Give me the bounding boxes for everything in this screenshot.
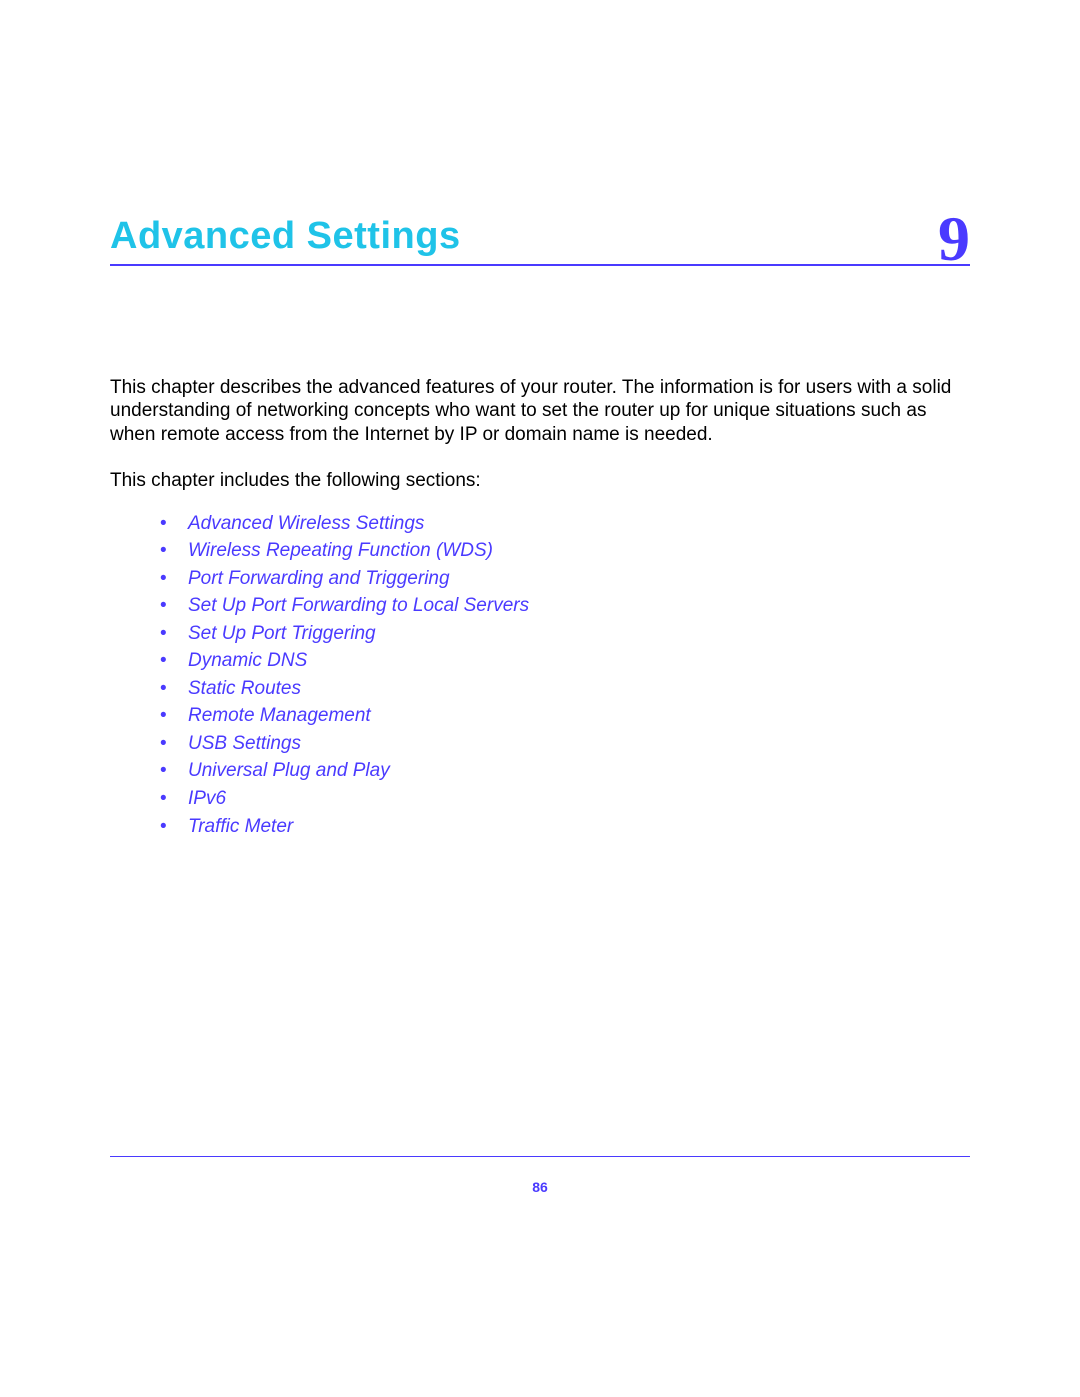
- section-link[interactable]: Remote Management: [160, 702, 970, 730]
- section-link[interactable]: Advanced Wireless Settings: [160, 510, 970, 538]
- chapter-intro-paragraph: This chapter describes the advanced feat…: [110, 376, 970, 447]
- section-link[interactable]: Wireless Repeating Function (WDS): [160, 537, 970, 565]
- section-list: Advanced Wireless Settings Wireless Repe…: [110, 510, 970, 841]
- page-footer: 86: [110, 1156, 970, 1197]
- sections-intro-text: This chapter includes the following sect…: [110, 469, 970, 494]
- chapter-title: Advanced Settings: [110, 215, 461, 258]
- section-link[interactable]: Set Up Port Triggering: [160, 620, 970, 648]
- section-link[interactable]: Set Up Port Forwarding to Local Servers: [160, 592, 970, 620]
- section-link[interactable]: USB Settings: [160, 730, 970, 758]
- section-link[interactable]: IPv6: [160, 785, 970, 813]
- chapter-number: 9: [938, 210, 970, 268]
- page-number: 86: [532, 1179, 548, 1195]
- section-link[interactable]: Traffic Meter: [160, 813, 970, 841]
- section-link[interactable]: Port Forwarding and Triggering: [160, 565, 970, 593]
- page-container: Advanced Settings 9 This chapter describ…: [0, 0, 1080, 1397]
- section-link[interactable]: Universal Plug and Play: [160, 757, 970, 785]
- section-link[interactable]: Dynamic DNS: [160, 647, 970, 675]
- section-link[interactable]: Static Routes: [160, 675, 970, 703]
- chapter-header: Advanced Settings 9: [110, 200, 970, 266]
